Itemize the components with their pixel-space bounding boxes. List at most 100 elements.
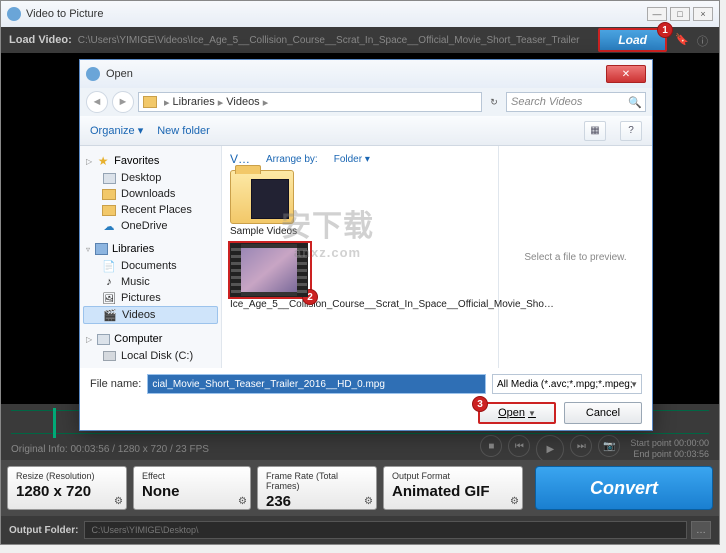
next-button[interactable]: ⏭ [570,435,592,457]
sidebar-item-documents[interactable]: 📄Documents [80,258,221,274]
convert-button[interactable]: Convert [535,466,713,510]
breadcrumb-sep: ▸ [218,96,224,109]
play-button[interactable]: ▶ [536,435,564,463]
arrange-by-label: Arrange by: [266,154,318,165]
folder-icon [102,189,116,200]
maximize-button[interactable]: □ [670,7,690,21]
file-item-folder[interactable]: Sample Videos [230,170,490,237]
resize-title: Resize (Resolution) [16,471,118,481]
view-mode-button[interactable]: ▦ [584,121,606,141]
playback-controls: ■ ⏮ ▶ ⏭ 📷 [480,435,620,463]
new-folder-button[interactable]: New folder [157,125,210,137]
nav-back-button[interactable]: ◄ [86,91,108,113]
location-heading: V… [230,152,250,166]
sidebar-item-desktop[interactable]: Desktop [80,170,221,186]
minimize-button[interactable]: — [647,7,667,21]
file-pane: V… Arrange by: Folder ▾ Sample Videos 2 … [222,146,498,368]
file-item-video[interactable]: 2 Ice_Age_5__Collision_Course__Scrat_In_… [230,237,348,311]
output-folder-path: C:\Users\YIMIGE\Desktop\ [84,521,687,539]
output-folder-label: Output Folder: [9,525,78,536]
open-file-dialog: Open ✕ ◄ ► ▸ Libraries ▸ Videos ▸ ↻ Sear… [79,59,653,431]
dialog-logo-icon [86,67,100,81]
resize-option[interactable]: Resize (Resolution) 1280 x 720 ⚙ [7,466,127,510]
organize-menu[interactable]: Organize ▾ [90,124,143,137]
dialog-nav: ◄ ► ▸ Libraries ▸ Videos ▸ ↻ Search Vide… [80,88,652,116]
breadcrumb-libraries[interactable]: Libraries [173,96,215,108]
folder-icon [102,205,116,216]
close-button[interactable]: × [693,7,713,21]
app-titlebar: Video to Picture — □ × [1,1,719,27]
filename-input[interactable]: cial_Movie_Short_Teaser_Trailer_2016__HD… [147,374,486,394]
nav-forward-button[interactable]: ► [112,91,134,113]
dialog-toolbar: Organize ▾ New folder ▦ ? [80,116,652,146]
document-icon: 📄 [102,260,116,272]
format-option[interactable]: Output Format Animated GIF ⚙ [383,466,523,510]
cancel-button[interactable]: Cancel [564,402,642,424]
tag-icon[interactable]: 🔖 [675,33,689,47]
file-pane-header: V… Arrange by: Folder ▾ [230,152,490,166]
start-point-label: Start point [630,438,671,448]
sidebar-item-music[interactable]: ♪Music [80,274,221,290]
refresh-icon[interactable]: ↻ [486,97,502,108]
music-icon: ♪ [102,276,116,288]
help-button[interactable]: ? [620,121,642,141]
browse-output-button[interactable]: … [691,521,711,539]
dialog-titlebar: Open ✕ [80,60,652,88]
preview-placeholder: Select a file to preview. [524,252,626,263]
filename-label: File name: [90,378,141,390]
search-placeholder: Search Videos [511,96,582,108]
sidebar-item-videos[interactable]: 🎬Videos [83,306,218,324]
dialog-title: Open [106,68,133,80]
framerate-title: Frame Rate (Total Frames) [266,471,368,491]
framerate-option[interactable]: Frame Rate (Total Frames) 236 ⚙ [257,466,377,510]
sidebar-item-pictures[interactable]: 🖼Pictures [80,290,221,306]
dialog-sidebar: ▷★Favorites Desktop Downloads Recent Pla… [80,146,222,368]
library-icon [95,243,108,255]
framerate-value: 236 [266,493,368,510]
sidebar-favorites[interactable]: ▷★Favorites [80,152,221,170]
effect-option[interactable]: Effect None ⚙ [133,466,251,510]
chevron-down-icon: ▼ [630,380,638,389]
prev-button[interactable]: ⏮ [508,435,530,457]
sidebar-item-downloads[interactable]: Downloads [80,186,221,202]
search-input[interactable]: Search Videos 🔍 [506,92,646,112]
range-points: Start point 00:00:00 End point 00:03:56 [630,438,709,460]
cloud-icon: ☁ [102,220,116,232]
load-button[interactable]: Load 1 [598,28,667,52]
star-icon: ★ [96,154,110,168]
sidebar-item-onedrive[interactable]: ☁OneDrive [80,218,221,234]
video-file-name: Ice_Age_5__Collision_Course__Scrat_In_Sp… [230,299,348,311]
open-button[interactable]: 3 Open▼ [478,402,556,424]
dialog-body: ▷★Favorites Desktop Downloads Recent Pla… [80,146,652,368]
load-button-label: Load [618,33,647,47]
arrange-by-value[interactable]: Folder ▾ [334,154,370,165]
load-video-label: Load Video: [9,34,72,46]
effect-title: Effect [142,471,242,481]
folder-icon [143,96,157,108]
dialog-close-button[interactable]: ✕ [606,65,646,83]
resize-value: 1280 x 720 [16,483,118,500]
effect-value: None [142,483,242,500]
options-bar: Resize (Resolution) 1280 x 720 ⚙ Effect … [1,460,719,516]
address-bar[interactable]: ▸ Libraries ▸ Videos ▸ [138,92,482,112]
end-point-value: 00:03:56 [674,449,709,459]
breadcrumb-sep: ▸ [263,96,269,109]
snapshot-button[interactable]: 📷 [598,435,620,457]
search-icon: 🔍 [628,96,642,109]
file-type-filter[interactable]: All Media (*.avc;*.mpg;*.mpeg;▼ [492,374,642,394]
sidebar-libraries[interactable]: ▿Libraries [80,240,221,258]
folder-thumb-icon [230,170,294,224]
gear-icon: ⚙ [510,496,519,507]
info-icon[interactable]: ⓘ [697,33,711,47]
timeline-playhead[interactable] [53,408,56,438]
gear-icon: ⚙ [238,496,247,507]
breadcrumb-videos[interactable]: Videos [226,96,259,108]
original-info: Original Info: 00:03:56 / 1280 x 720 / 2… [11,444,480,455]
sidebar-item-localdisk[interactable]: Local Disk (C:) [80,348,221,364]
sidebar-computer[interactable]: ▷Computer [80,330,221,348]
stop-button[interactable]: ■ [480,435,502,457]
format-title: Output Format [392,471,514,481]
breadcrumb-sep: ▸ [164,96,170,109]
app-window: Video to Picture — □ × Load Video: C:\Us… [0,0,720,545]
sidebar-item-recent[interactable]: Recent Places [80,202,221,218]
